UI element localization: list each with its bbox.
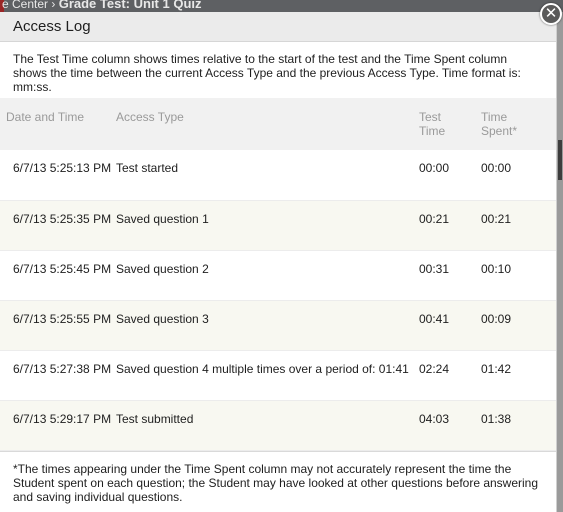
background-breadcrumb: e Center › Grade Test: Unit 1 Quiz — [2, 0, 202, 11]
cell-access-type: Saved question 1 — [116, 200, 419, 251]
dialog-title: Access Log — [13, 18, 91, 35]
time-spent-header-line1: Time — [481, 110, 508, 124]
column-header-date: Date and Time — [0, 98, 116, 150]
column-header-access-type: Access Type — [116, 98, 419, 150]
dialog-header: Access Log — [0, 12, 556, 42]
cell-test-time: 04:03 — [419, 400, 481, 451]
cell-test-time: 02:24 — [419, 350, 481, 401]
cell-access-type: Saved question 2 — [116, 250, 419, 301]
table-row: 6/7/13 5:25:13 PM Test started 00:00 00:… — [0, 150, 556, 201]
close-icon[interactable]: ✕ — [540, 3, 562, 25]
cell-date: 6/7/13 5:29:17 PM — [0, 400, 116, 451]
cell-test-time: 00:00 — [419, 150, 481, 201]
dialog-intro-text: The Test Time column shows times relativ… — [13, 52, 521, 94]
scrollbar-track[interactable] — [557, 12, 563, 512]
breadcrumb-separator: › — [51, 0, 56, 11]
cell-access-type: Test started — [116, 150, 419, 201]
cell-time-spent: 01:42 — [481, 350, 556, 401]
cell-access-type: Test submitted — [116, 400, 419, 451]
breadcrumb-prefix[interactable]: e Center — [2, 0, 48, 11]
test-time-header-line2: Time — [419, 124, 446, 138]
table-row: 6/7/13 5:25:45 PM Saved question 2 00:31… — [0, 250, 556, 301]
cell-date: 6/7/13 5:25:55 PM — [0, 300, 116, 351]
cell-date: 6/7/13 5:27:38 PM — [0, 350, 116, 401]
table-row: 6/7/13 5:27:38 PM Saved question 4 multi… — [0, 350, 556, 401]
time-spent-header-line2: Spent* — [481, 124, 518, 138]
background-page-header: e Center › Grade Test: Unit 1 Quiz — [0, 0, 563, 12]
time-spent-footnote: *The times appearing under the Time Spen… — [0, 450, 556, 504]
table-row: 6/7/13 5:25:55 PM Saved question 3 00:41… — [0, 300, 556, 351]
cell-access-type: Saved question 3 — [116, 300, 419, 351]
cell-date: 6/7/13 5:25:45 PM — [0, 250, 116, 301]
cell-test-time: 00:31 — [419, 250, 481, 301]
table-row: 6/7/13 5:29:17 PM Test submitted 04:03 0… — [0, 400, 556, 451]
cell-date: 6/7/13 5:25:35 PM — [0, 200, 116, 251]
cell-time-spent: 00:09 — [481, 300, 556, 351]
table-row: 6/7/13 5:25:35 PM Saved question 1 00:21… — [0, 200, 556, 251]
cell-time-spent: 00:00 — [481, 150, 556, 201]
access-log-dialog: Access Log The Test Time column shows ti… — [0, 12, 557, 512]
cell-test-time: 00:41 — [419, 300, 481, 351]
test-time-header-line1: Test — [419, 110, 442, 124]
access-log-table: Date and Time Access Type Test Time Time… — [0, 98, 556, 451]
cell-time-spent: 00:10 — [481, 250, 556, 301]
table-header-row: Date and Time Access Type Test Time Time… — [0, 98, 556, 150]
cell-date: 6/7/13 5:25:13 PM — [0, 150, 116, 201]
column-header-time-spent: Time Spent* — [481, 98, 556, 150]
breadcrumb-current: Grade Test: Unit 1 Quiz — [58, 0, 202, 11]
cell-test-time: 00:21 — [419, 200, 481, 251]
column-header-test-time: Test Time — [419, 98, 481, 150]
cell-access-type: Saved question 4 multiple times over a p… — [116, 350, 419, 401]
cell-time-spent: 01:38 — [481, 400, 556, 451]
scrollbar-thumb[interactable] — [558, 140, 562, 180]
cell-time-spent: 00:21 — [481, 200, 556, 251]
